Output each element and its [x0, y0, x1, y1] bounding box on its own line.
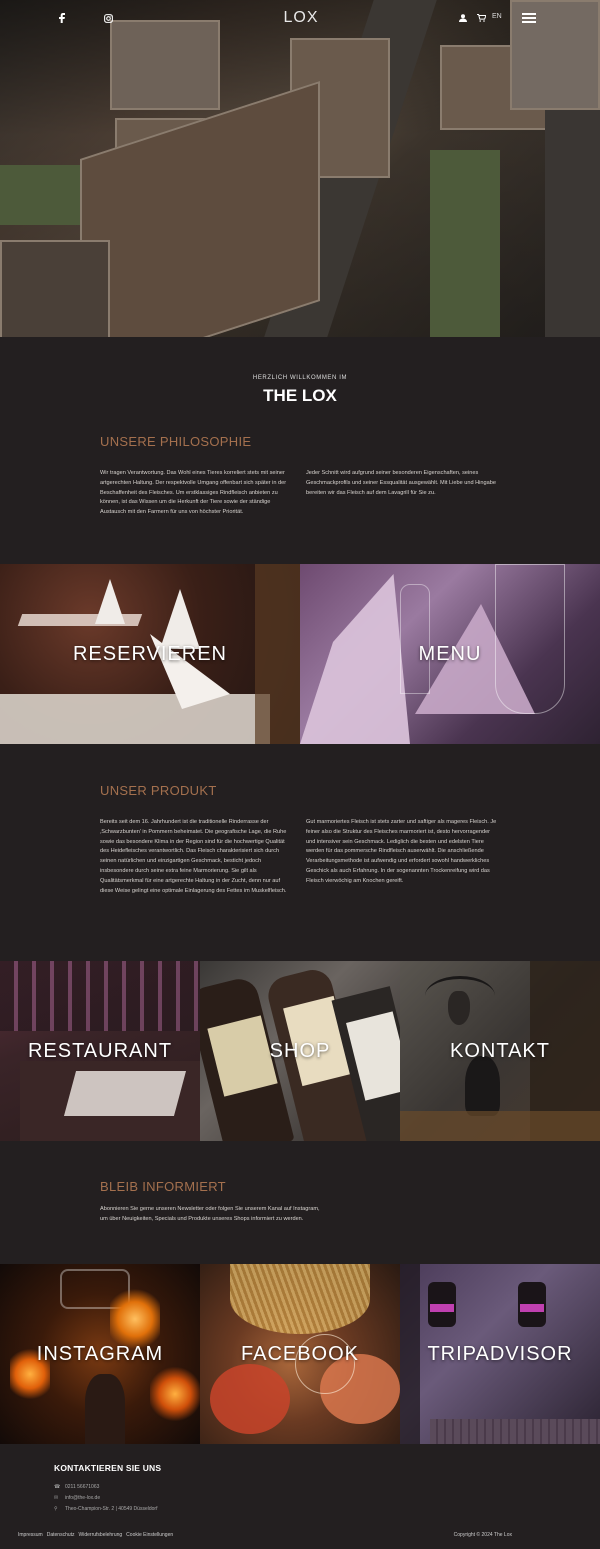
menu-tile[interactable]: MENU: [300, 564, 600, 744]
product-heading: UNSER PRODUKT: [100, 783, 217, 798]
footer-phone[interactable]: ☎ 0211 56671063: [54, 1484, 99, 1490]
email-address: info@the-lox.de: [65, 1495, 101, 1501]
tiles-row-2: RESTAURANT SHOP KONTAKT: [0, 961, 600, 1141]
tripadvisor-label: TRIPADVISOR: [427, 1342, 573, 1365]
instagram-label: INSTAGRAM: [36, 1342, 164, 1365]
shop-tile[interactable]: SHOP: [200, 961, 400, 1141]
footer-address: ⚲ Theo-Champion-Str. 2 | 40549 Düsseldor…: [54, 1506, 157, 1512]
page-title: THE LOX: [263, 386, 337, 405]
location-pin-icon: ⚲: [54, 1506, 58, 1512]
product-section: UNSER PRODUKT Bereits seit dem 16. Jahrh…: [0, 744, 600, 961]
footer: KONTAKTIEREN SIE UNS ☎ 0211 56671063 ✉ i…: [0, 1444, 600, 1549]
instagram-icon[interactable]: [102, 12, 114, 24]
tiles-row-3: INSTAGRAM FACEBOOK TRIPADVISOR: [0, 1264, 600, 1444]
phone-number: 0211 56671063: [65, 1484, 100, 1490]
address-text: Theo-Champion-Str. 2 | 40549 Düsseldorf: [65, 1506, 158, 1512]
mail-icon: ✉: [54, 1495, 59, 1501]
newsletter-heading: BLEIB INFORMIERT: [100, 1179, 226, 1194]
shop-label: SHOP: [269, 1039, 331, 1062]
tiles-row-1: RESERVIEREN MENU: [0, 564, 600, 744]
facebook-label: FACEBOOK: [240, 1342, 360, 1365]
menu-icon[interactable]: [522, 13, 536, 23]
reservieren-label: RESERVIEREN: [72, 642, 227, 665]
newsletter-section: BLEIB INFORMIERT Abonnieren Sie gerne un…: [0, 1141, 600, 1264]
language-switch[interactable]: EN: [492, 13, 502, 20]
logo-text: LOX: [283, 9, 319, 26]
philosophy-text-right: Jeder Schnitt wird aufgrund seiner beson…: [306, 470, 496, 496]
welcome-section: HERZLICH WILLKOMMEN IM THE LOX UNSERE PH…: [0, 337, 600, 564]
welcome-kicker: HERZLICH WILLKOMMEN IM: [252, 375, 348, 381]
impressum-link[interactable]: Impressum: [18, 1532, 43, 1538]
footer-heading: KONTAKTIEREN SIE UNS: [54, 1463, 162, 1473]
tripadvisor-tile[interactable]: TRIPADVISOR: [400, 1264, 600, 1444]
menu-label: MENU: [418, 642, 482, 665]
footer-links: Impressum Datenschutz Widerrufsbelehrung…: [18, 1532, 173, 1538]
facebook-tile[interactable]: FACEBOOK: [200, 1264, 400, 1444]
product-text-left: Bereits seit dem 16. Jahrhundert ist die…: [100, 819, 287, 894]
hero-image: [0, 0, 600, 337]
facebook-icon[interactable]: [56, 12, 68, 24]
widerrufsbelehrung-link[interactable]: Widerrufsbelehrung: [79, 1532, 123, 1538]
lox-logo[interactable]: LOX: [281, 6, 321, 30]
restaurant-tile[interactable]: RESTAURANT: [0, 961, 200, 1141]
user-icon[interactable]: [458, 13, 468, 23]
phone-icon: ☎: [54, 1484, 61, 1490]
copyright: Copyright © 2024 The Lox: [453, 1532, 512, 1538]
cookie-settings-link[interactable]: Cookie Einstellungen: [126, 1532, 173, 1538]
product-text-right: Gut marmoriertes Fleisch ist stets zarte…: [306, 819, 497, 884]
kontakt-label: KONTAKT: [450, 1039, 550, 1062]
instagram-tile[interactable]: INSTAGRAM: [0, 1264, 200, 1444]
footer-email[interactable]: ✉ info@the-lox.de: [54, 1495, 100, 1501]
philosophy-heading: UNSERE PHILOSOPHIE: [100, 434, 252, 449]
top-navigation: LOX EN: [0, 0, 600, 36]
newsletter-text: Abonnieren Sie gerne unseren Newsletter …: [100, 1206, 320, 1222]
philosophy-text-left: Wir tragen Verantwortung. Das Wohl eines…: [100, 470, 287, 516]
reservieren-tile[interactable]: RESERVIEREN: [0, 564, 300, 744]
datenschutz-link[interactable]: Datenschutz: [47, 1532, 75, 1538]
cart-icon[interactable]: [476, 13, 486, 23]
restaurant-label: RESTAURANT: [27, 1039, 173, 1062]
kontakt-tile[interactable]: KONTAKT: [400, 961, 600, 1141]
